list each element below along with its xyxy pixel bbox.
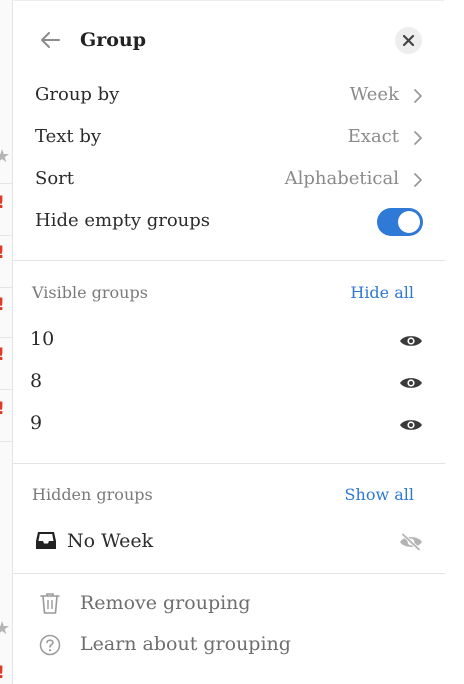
priority-alert-icon: ! [0,245,5,262]
hidden-group-item: No Week [30,527,423,557]
option-value: Alphabetical [284,168,399,189]
row-divider [0,235,12,236]
star-icon: ★ [0,146,11,167]
arrow-left-icon [41,32,60,48]
group-settings-panel: Group Group by Week Text by Exact Sort A… [12,0,445,684]
option-value: Week [349,84,399,105]
learn-about-grouping-label: Learn about grouping [80,633,291,655]
show-all-button[interactable]: Show all [345,484,414,506]
priority-alert-icon: ! [0,347,5,364]
row-divider [0,389,12,390]
row-divider [0,287,12,288]
background-list-edge: ★ ! ! ! ! ! ★ ! [0,0,12,684]
help-circle-icon [39,634,61,656]
toggle-knob [398,211,420,233]
divider [13,463,445,464]
chevron-right-icon [414,131,422,145]
option-label: Text by [35,126,102,147]
group-label: 8 [30,370,43,392]
chevron-right-icon [414,89,422,103]
visible-group-item: 10 [30,325,423,355]
row-divider [0,441,12,442]
remove-grouping-button[interactable]: Remove grouping [38,589,338,619]
close-icon [402,34,415,47]
option-label: Sort [35,168,75,189]
back-button[interactable] [37,27,63,53]
trash-icon [40,593,60,614]
inbox-tray-icon [36,532,56,549]
group-label: 9 [30,412,43,434]
visible-group-item: 9 [30,409,423,439]
option-label: Group by [35,84,120,105]
visible-group-item: 8 [30,367,423,397]
hidden-groups-heading: Hidden groups [32,485,153,504]
row-divider [0,337,12,338]
priority-alert-icon: ! [0,195,5,212]
hide-empty-groups-row: Hide empty groups [35,207,423,237]
group-label: No Week [67,530,154,552]
divider [13,573,445,574]
eye-icon[interactable] [399,417,423,433]
hide-all-button[interactable]: Hide all [350,282,414,304]
text-by-option[interactable]: Text by Exact [35,123,423,153]
group-label: 10 [30,328,55,350]
eye-off-icon[interactable] [399,533,423,551]
priority-alert-icon: ! [0,401,5,418]
eye-icon[interactable] [399,333,423,349]
chevron-right-icon [414,173,422,187]
divider [13,260,445,261]
priority-alert-icon: ! [0,297,5,314]
learn-about-grouping-link[interactable]: Learn about grouping [38,630,338,660]
hide-empty-groups-toggle[interactable] [377,208,423,236]
hide-empty-groups-label: Hide empty groups [35,210,211,231]
eye-icon[interactable] [399,375,423,391]
row-divider [0,183,12,184]
panel-title: Group [80,29,147,51]
group-by-option[interactable]: Group by Week [35,81,423,111]
priority-alert-icon: ! [0,665,5,682]
close-button[interactable] [395,27,422,54]
panel-header: Group [13,23,445,59]
sort-option[interactable]: Sort Alphabetical [35,165,423,195]
visible-groups-heading: Visible groups [32,283,148,302]
star-icon: ★ [0,618,11,639]
remove-grouping-label: Remove grouping [80,592,251,614]
option-value: Exact [347,126,399,147]
